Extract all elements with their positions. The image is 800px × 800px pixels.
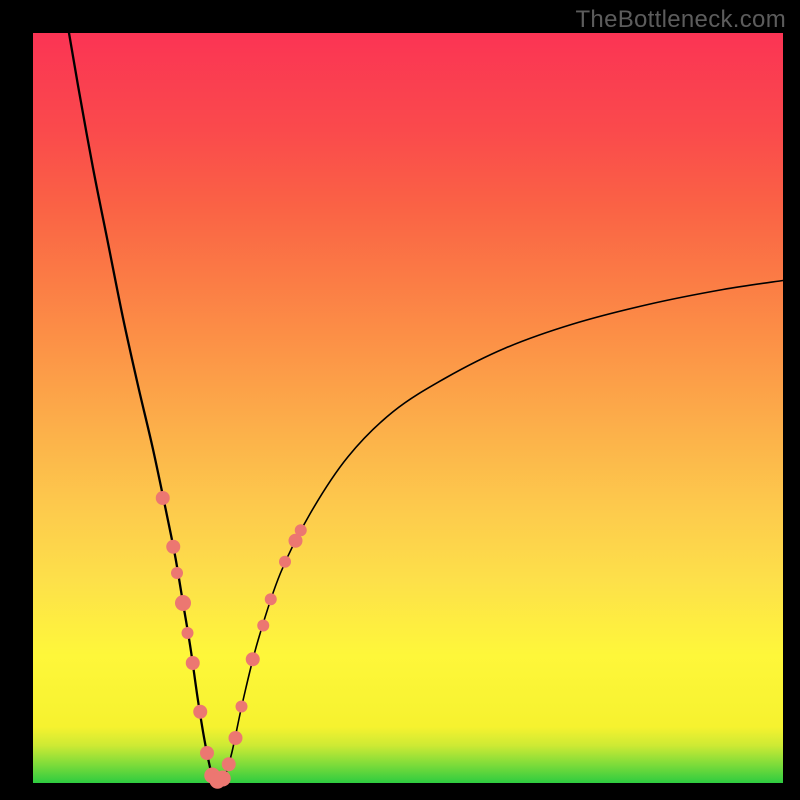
data-marker xyxy=(257,620,269,632)
data-marker xyxy=(246,652,260,666)
data-marker xyxy=(200,746,214,760)
marker-group xyxy=(156,491,307,789)
plot-area xyxy=(33,33,783,783)
curve-layer xyxy=(33,33,783,783)
data-marker xyxy=(265,593,277,605)
data-marker xyxy=(182,627,194,639)
watermark-text: TheBottleneck.com xyxy=(575,6,786,34)
data-marker xyxy=(236,701,248,713)
data-marker xyxy=(193,705,207,719)
chart-frame: TheBottleneck.com xyxy=(0,0,800,800)
data-marker xyxy=(222,757,236,771)
data-marker xyxy=(295,524,307,536)
data-marker xyxy=(171,567,183,579)
data-marker xyxy=(166,540,180,554)
data-marker xyxy=(175,595,191,611)
data-marker xyxy=(156,491,170,505)
data-marker xyxy=(186,656,200,670)
data-marker xyxy=(279,556,291,568)
data-marker xyxy=(229,731,243,745)
data-marker xyxy=(215,771,231,787)
